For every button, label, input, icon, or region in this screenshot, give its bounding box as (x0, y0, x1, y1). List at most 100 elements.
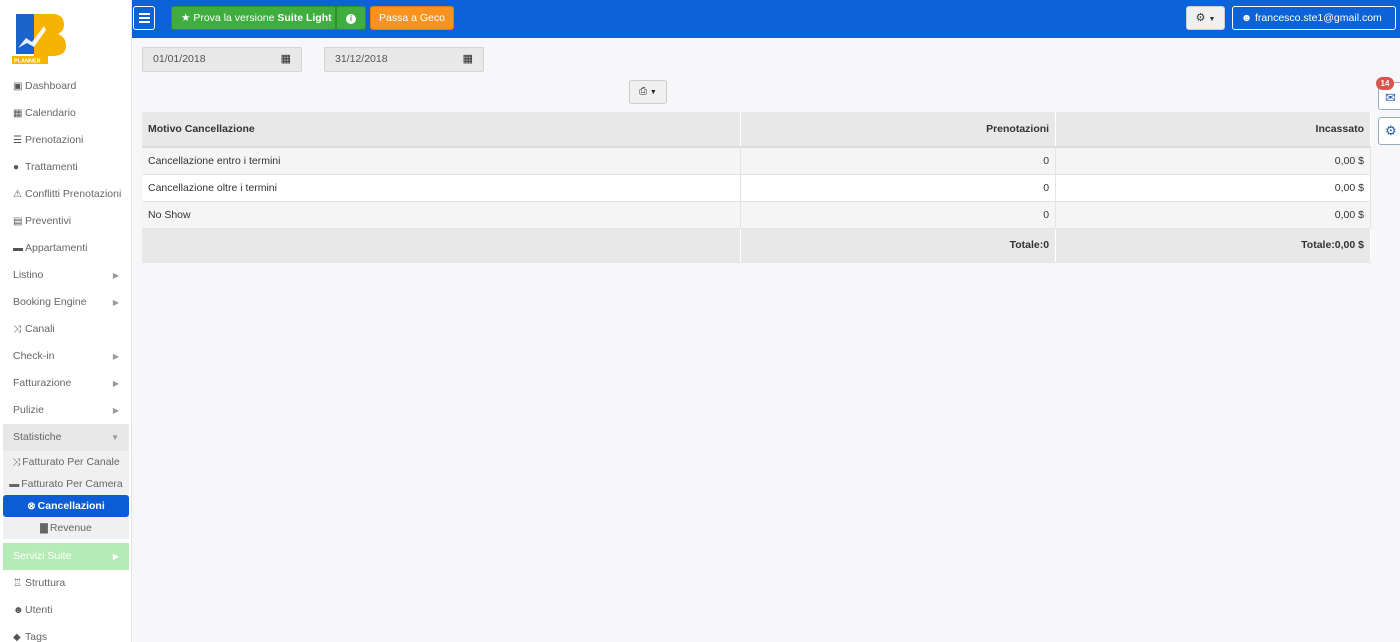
sidebar-item-label: Preventivi (25, 215, 72, 227)
cell-incassato: 0,00 $ (1055, 201, 1371, 229)
cell-incassato: 0,00 $ (1055, 174, 1371, 202)
table-row: Cancellazione entro i termini 0 0,00 $ (142, 147, 1371, 175)
caret-right-icon: ▶ (112, 298, 119, 307)
cell-motivo: No Show (142, 201, 742, 229)
hamburger-icon (139, 13, 150, 15)
sidebar-item-fatturato-per-camera[interactable]: ▬ Fatturato Per Camera (3, 473, 129, 495)
settings-dropdown-button[interactable]: ⚙ ▼ (1186, 6, 1225, 30)
user-icon: ☻ (13, 605, 24, 616)
cell-prenotazioni: 0 (740, 174, 1057, 202)
svg-text:PLANNER: PLANNER (14, 59, 41, 65)
sidebar-item-statistiche[interactable]: Statistiche ▼ (3, 424, 129, 451)
date-from-field[interactable]: 01/01/2018 ▦ (142, 47, 302, 72)
sidebar-item-conflitti-prenotazioni[interactable]: ⚠ Conflitti Prenotazioni (0, 181, 132, 208)
gear-icon: ⚙ (1195, 12, 1206, 24)
star-icon: ★ (181, 12, 191, 24)
building-icon: ♖ (13, 578, 22, 589)
print-icon: ⎙ (639, 86, 648, 97)
sidebar-item-fatturato-per-canale[interactable]: ⤨ Fatturato Per Canale (3, 451, 129, 473)
sidebar-item-label: Utenti (25, 604, 53, 616)
user-menu-button[interactable]: ☻ francesco.ste1@gmail.com (1232, 6, 1396, 30)
sidebar-item-label: Statistiche (13, 431, 62, 443)
sidebar-item-label: Conflitti Prenotazioni (25, 188, 122, 200)
sidebar-item-struttura[interactable]: ♖ Struttura (0, 570, 132, 597)
info-icon: i (346, 14, 356, 24)
cancellations-table: Motivo Cancellazione Prenotazioni Incass… (142, 112, 1371, 263)
total-prenotazioni: Totale:0 (740, 228, 1057, 263)
cell-prenotazioni: 0 (740, 201, 1057, 229)
sidebar-item-calendario[interactable]: ▦ Calendario (0, 100, 132, 127)
bed-icon: ▬ (13, 243, 23, 254)
sidebar-item-servizi-suite[interactable]: Servizi Suite ▶ (3, 543, 129, 570)
try-suite-light-button[interactable]: ★ Prova la versione Suite Light (171, 6, 336, 30)
sidebar-item-revenue[interactable]: ▇ Revenue (3, 517, 129, 539)
sidebar-item-cancellazioni[interactable]: ⊗ Cancellazioni (3, 495, 129, 517)
hamburger-icon (139, 17, 150, 19)
sidebar-item-canali[interactable]: ⤨ Canali (0, 316, 132, 343)
sidebar-item-trattamenti[interactable]: ● Trattamenti (0, 154, 132, 181)
info-button[interactable]: i (336, 6, 366, 30)
sidebar-item-tags[interactable]: ◆ Tags (0, 624, 132, 642)
sidebar-item-label: Calendario (25, 107, 76, 119)
menu-toggle-button[interactable] (133, 6, 155, 30)
apple-icon: ● (13, 162, 20, 173)
bar-chart-icon: ▇ (40, 523, 48, 534)
calendar-icon[interactable]: ▦ (281, 48, 291, 71)
sidebar-item-check-in[interactable]: Check-in ▶ (0, 343, 132, 370)
switch-to-geco-button[interactable]: Passa a Geco (370, 6, 454, 30)
column-header-motivo[interactable]: Motivo Cancellazione (142, 112, 742, 148)
sidebar-item-label: Check-in (13, 350, 55, 362)
sidebar-item-fatturazione[interactable]: Fatturazione ▶ (0, 370, 132, 397)
sidebar-nav: ▣ Dashboard ▦ Calendario ☰ Prenotazioni ● Tr… (0, 73, 132, 642)
column-header-prenotazioni[interactable]: Prenotazioni (740, 112, 1057, 148)
sidebar-item-label: Dashboard (25, 80, 77, 92)
table-row: No Show 0 0,00 $ (142, 201, 1371, 229)
top-navbar: ★ Prova la versione Suite Light i Passa … (132, 0, 1400, 38)
caret-right-icon: ▶ (112, 271, 119, 280)
sidebar-item-listino[interactable]: Listino ▶ (0, 262, 132, 289)
sidebar-item-label: Struttura (25, 577, 66, 589)
sidebar-item-label: Pulizie (13, 404, 44, 416)
sidebar-item-preventivi[interactable]: ▤ Preventivi (0, 208, 132, 235)
hamburger-icon (139, 21, 150, 23)
list-icon: ☰ (13, 135, 22, 146)
sidebar-item-utenti[interactable]: ☻Utenti (0, 597, 132, 624)
bed-icon: ▬ (9, 479, 20, 490)
envelope-icon: ✉ (1385, 90, 1396, 105)
sidebar-item-label: Prenotazioni (25, 134, 84, 146)
sidebar-item-label: Canali (25, 323, 55, 335)
caret-down-icon: ▼ (1208, 16, 1216, 23)
date-to-value: 31/12/2018 (335, 53, 388, 65)
gears-icon: ⚙ (1385, 123, 1397, 138)
total-incassato: Totale:0,00 $ (1055, 228, 1371, 263)
sidebar-item-label: Booking Engine (13, 296, 87, 308)
sidebar-item-label: Revenue (49, 522, 92, 534)
print-dropdown-button[interactable]: ⎙ ▼ (629, 80, 667, 104)
date-to-field[interactable]: 31/12/2018 ▦ (324, 47, 484, 72)
sidebar-item-booking-engine[interactable]: Booking Engine ▶ (0, 289, 132, 316)
monitor-icon: ▣ (13, 81, 23, 92)
calendar-icon: ▦ (13, 108, 23, 119)
calendar-icon[interactable]: ▦ (463, 48, 473, 71)
sidebar-item-prenotazioni[interactable]: ☰ Prenotazioni (0, 127, 132, 154)
sidebar-item-label: Trattamenti (25, 161, 78, 173)
settings-widget-button[interactable]: ⚙ (1378, 117, 1400, 145)
cell-incassato: 0,00 $ (1055, 147, 1371, 175)
table-header-row: Motivo Cancellazione Prenotazioni Incass… (142, 112, 1371, 148)
bb-planner-logo[interactable]: PLANNER (10, 12, 68, 66)
caret-right-icon: ▶ (112, 406, 119, 415)
sidebar-item-pulizie[interactable]: Pulizie ▶ (0, 397, 132, 424)
cancel-circle-icon: ⊗ (27, 501, 36, 512)
table-row: Cancellazione oltre i termini 0 0,00 $ (142, 174, 1371, 202)
cell-motivo: Cancellazione oltre i termini (142, 174, 742, 202)
sidebar-item-dashboard[interactable]: ▣ Dashboard (0, 73, 132, 100)
messages-count-badge: 14 (1376, 77, 1394, 90)
date-from-value: 01/01/2018 (153, 53, 206, 65)
cell-empty (142, 228, 742, 263)
sidebar-item-label: Fatturazione (13, 377, 72, 389)
sidebar-item-appartamenti[interactable]: ▬ Appartamenti (0, 235, 132, 262)
column-header-incassato[interactable]: Incassato (1055, 112, 1371, 148)
tags-icon: ◆ (13, 632, 21, 642)
user-email: francesco.ste1@gmail.com (1254, 12, 1382, 24)
user-icon: ☻ (1241, 12, 1253, 24)
